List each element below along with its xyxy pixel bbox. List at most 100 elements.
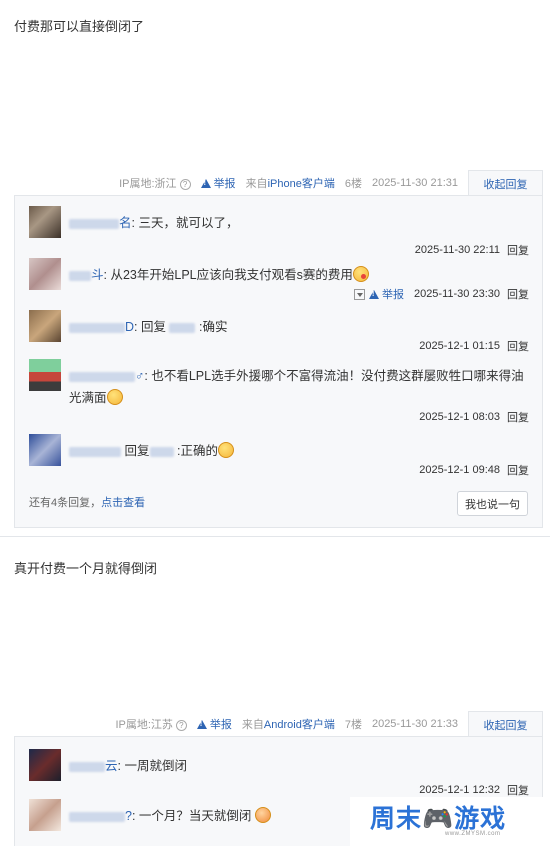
reply-content: 从23年开始LPL应该向我支付观看s赛的费用 (110, 268, 353, 282)
more-replies-prefix: 还有4条回复， (29, 497, 102, 509)
mentioned-user-blurred[interactable] (169, 322, 196, 333)
avatar[interactable] (29, 310, 61, 342)
reply-button[interactable]: 回复 (507, 782, 529, 798)
client-name-link[interactable]: Android客户端 (264, 719, 335, 731)
reply-item: 回复 :正确的 2025-12-1 09:48 回复 (29, 434, 529, 478)
watermark-title-a: 周末 (370, 804, 423, 833)
watermark-title: 周末🎮游戏 (370, 799, 506, 835)
reply-content: 回复 (140, 320, 166, 334)
reply-time: 2025-12-1 08:03 (419, 411, 500, 423)
reply-text: 斗: 从23年开始LPL应该向我支付观看s赛的费用 (69, 264, 369, 286)
username-blurred[interactable] (69, 371, 135, 382)
reply-button[interactable]: 回复 (507, 286, 529, 302)
floor-number: 6楼 (344, 178, 362, 190)
floor-number: 7楼 (344, 719, 362, 731)
client-source: 来自Android客户端 (242, 716, 335, 732)
mentioned-user-blurred[interactable] (149, 446, 174, 457)
reply-text: 云: 一周就倒闭 (69, 755, 187, 777)
warning-icon (200, 178, 211, 188)
avatar[interactable] (29, 749, 61, 781)
reply-button[interactable]: 回复 (507, 242, 529, 258)
ip-location-text: IP属地:江苏 (115, 719, 173, 731)
reply-text: ?: 一个月？当天就倒闭 (69, 805, 271, 827)
avatar[interactable] (29, 258, 61, 290)
client-name-link[interactable]: iPhone客户端 (268, 178, 335, 190)
report-link[interactable]: 举报 (200, 175, 236, 191)
watermark-title-b: 游戏 (454, 804, 507, 833)
more-replies: 还有4条回复，点击查看 (29, 494, 145, 510)
post-divider (0, 536, 550, 537)
avatar[interactable] (29, 434, 61, 466)
reply-footer: 2025-11-30 22:11 回复 (415, 242, 529, 258)
post-meta-bar: IP属地:江苏? 举报 来自Android客户端 7楼 2025-11-30 2… (0, 711, 543, 737)
username-tail[interactable]: 斗 (91, 268, 104, 282)
help-icon[interactable]: ? (175, 720, 187, 731)
reply-button[interactable]: 回复 (507, 409, 529, 425)
client-prefix: 来自 (241, 719, 264, 731)
avatar[interactable] (29, 206, 61, 238)
ip-location-text: IP属地:浙江 (119, 178, 177, 190)
post-time: 2025-11-30 21:31 (371, 177, 458, 189)
avatar[interactable] (29, 359, 61, 391)
username-blurred[interactable] (69, 811, 125, 822)
tongue-emoji-icon (352, 266, 369, 282)
angry-emoji-icon (254, 807, 271, 823)
reply-content-tail: :正确的 (176, 444, 218, 458)
warning-icon (368, 289, 379, 299)
smile-emoji-icon (106, 389, 123, 405)
reply-button[interactable]: 回复 (507, 462, 529, 478)
username-tail[interactable]: D (125, 320, 134, 334)
reply-text: 名: 三天，就可以了， (69, 212, 238, 234)
reply-item: ♂: 也不看LPL选手外援哪个不富得流油！没付费这群屡败牲口哪来得油光满面 20… (29, 359, 529, 425)
username-tail[interactable]: ? (125, 809, 132, 823)
smile-emoji-icon (217, 442, 234, 458)
reply-time: 2025-11-30 22:11 (414, 244, 500, 256)
username-blurred[interactable] (69, 218, 119, 229)
avatar[interactable] (29, 799, 61, 831)
warning-icon (196, 719, 207, 729)
report-label: 举报 (213, 178, 236, 190)
dropdown-icon[interactable] (353, 288, 365, 300)
reply-footer: 举报 2025-11-30 23:30 回复 (353, 286, 529, 302)
ip-location: IP属地:浙江? (119, 175, 191, 191)
reply-box: 名: 三天，就可以了， 2025-11-30 22:11 回复 斗: 从23年开… (14, 195, 543, 528)
reply-content: 一周就倒闭 (124, 759, 187, 773)
site-watermark-logo: 周末🎮游戏 www.ZMYSM.com (350, 797, 550, 846)
reply-text: D: 回复 :确实 (69, 316, 227, 338)
collapse-replies-button[interactable]: 收起回复 (468, 170, 543, 196)
report-link[interactable]: 举报 (382, 286, 404, 302)
reply-footer: 2025-12-1 09:48 回复 (419, 462, 529, 478)
username-tail[interactable]: 云 (105, 759, 118, 773)
reply-text: ♂: 也不看LPL选手外援哪个不富得流油！没付费这群屡败牲口哪来得油光满面 (69, 369, 524, 405)
username-blurred[interactable] (69, 270, 91, 281)
username-tail[interactable]: ♂ (135, 369, 144, 383)
reply-time: 2025-12-1 09:48 (419, 464, 500, 476)
username-blurred[interactable] (69, 322, 125, 333)
username-tail[interactable]: 名 (119, 216, 132, 230)
reply-footer: 2025-12-1 08:03 回复 (419, 409, 529, 425)
reply-time: 2025-12-1 12:32 (419, 784, 500, 796)
collapse-replies-button[interactable]: 收起回复 (468, 711, 543, 737)
reply-button[interactable]: 回复 (507, 338, 529, 354)
reply-footer: 2025-12-1 12:32 回复 (419, 782, 529, 798)
report-link[interactable]: 举报 (196, 716, 232, 732)
reply-content: 三天，就可以了， (138, 216, 239, 230)
ip-location: IP属地:江苏? (115, 716, 187, 732)
client-prefix: 来自 (245, 178, 268, 190)
show-more-link[interactable]: 点击查看 (101, 497, 145, 509)
client-source: 来自iPhone客户端 (246, 175, 335, 191)
gamepad-icon: 🎮 (422, 804, 455, 833)
reply-footer: 2025-12-1 01:15 回复 (419, 338, 529, 354)
say-something-button[interactable]: 我也说一句 (457, 491, 528, 516)
report-label: 举报 (209, 719, 232, 731)
help-icon[interactable]: ? (179, 179, 191, 190)
post-content: 付费那可以直接倒闭了 (14, 19, 145, 34)
post-content: 真开付费一个月就得倒闭 (14, 561, 158, 576)
reply-item: D: 回复 :确实 2025-12-1 01:15 回复 (29, 310, 529, 354)
watermark-url: www.ZMYSM.com (445, 831, 501, 837)
username-blurred[interactable] (69, 761, 105, 772)
post-time: 2025-11-30 21:33 (371, 718, 458, 730)
username-blurred[interactable] (69, 446, 121, 457)
reply-item: 名: 三天，就可以了， 2025-11-30 22:11 回复 (29, 206, 529, 257)
reply-time: 2025-11-30 23:30 (413, 288, 500, 300)
